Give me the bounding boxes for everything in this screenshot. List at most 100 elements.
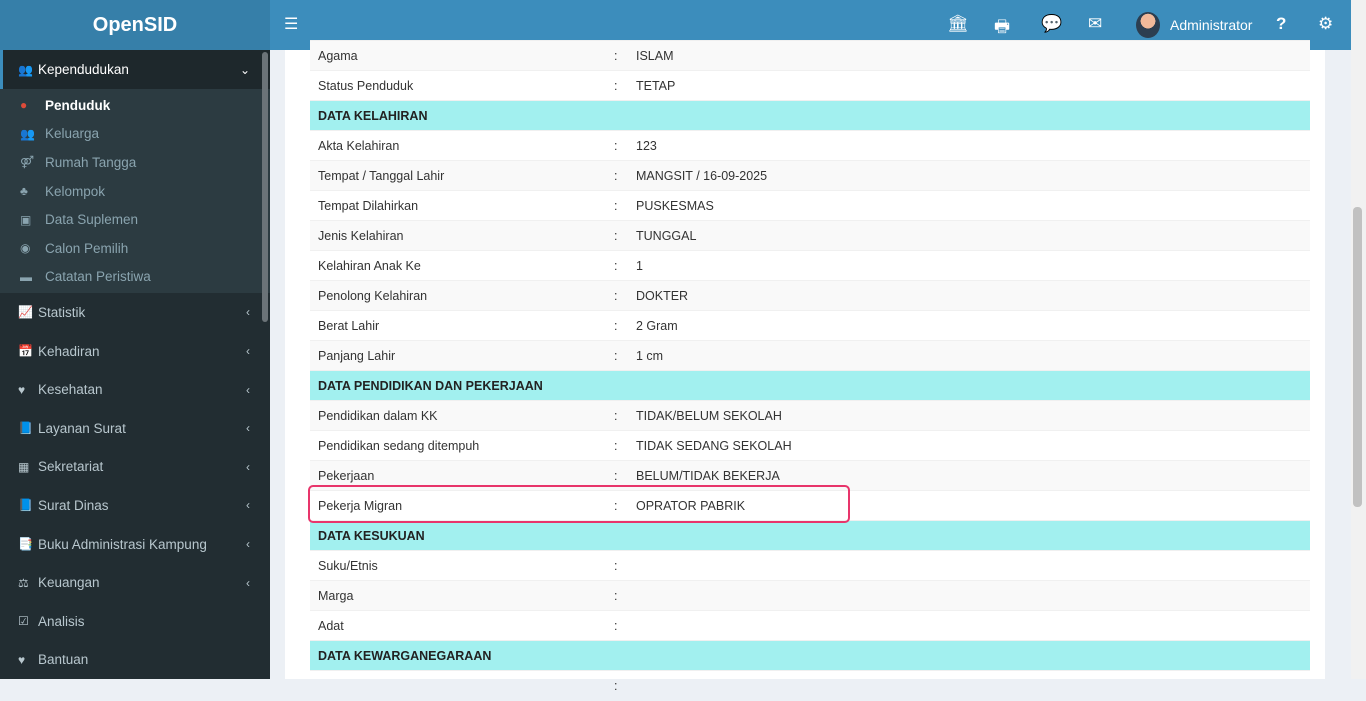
sidebar-item-label: Kependudukan: [38, 62, 129, 77]
table-row: :: [310, 670, 1310, 701]
chevron-left-icon: ‹: [246, 344, 250, 359]
gear-icon[interactable]: ⚙: [1318, 14, 1333, 34]
section-title: DATA KELAHIRAN: [310, 100, 1310, 131]
table-row: Penolong Kelahiran: DOKTER: [310, 280, 1310, 311]
separator: :: [610, 430, 628, 461]
sidebar-item[interactable]: 📘 Layanan Surat ‹: [0, 409, 270, 448]
sidebar-subitem-label: Data Suplemen: [45, 212, 139, 228]
sidebar-subitem-label: Catatan Peristiwa: [45, 269, 151, 285]
menu-toggle-icon[interactable]: ☰: [284, 14, 298, 34]
app-logo[interactable]: OpenSID: [0, 0, 270, 50]
sidebar-item[interactable]: ♥ Kesehatan ‹: [0, 370, 270, 409]
sidebar-subitem[interactable]: ♣ Kelompok: [0, 177, 270, 206]
section-title: DATA KESUKUAN: [310, 520, 1310, 551]
chevron-down-icon: ⌄: [239, 62, 250, 77]
separator: :: [610, 160, 628, 191]
sidebar-subitem[interactable]: ● Penduduk: [0, 91, 270, 120]
table-row: Marga:: [310, 580, 1310, 611]
table-row: Akta Kelahiran:123: [310, 130, 1310, 161]
field-value: TETAP: [628, 70, 1310, 101]
menu-icon: ♥: [18, 652, 26, 667]
separator: :: [610, 280, 628, 311]
sidebar-item-kependudukan[interactable]: 👥 Kependudukan ⌄: [0, 50, 270, 89]
field-value: 1: [628, 250, 1310, 281]
chevron-left-icon: ‹: [246, 459, 250, 474]
sidebar-item[interactable]: 📈 Statistik ‹: [0, 293, 270, 332]
field-label: [310, 670, 610, 701]
sidebar-item[interactable]: 📅 Kehadiran ‹: [0, 332, 270, 371]
field-label: Pendidikan dalam KK: [310, 400, 610, 431]
sidebar-item-label: Surat Dinas: [38, 497, 109, 513]
chevron-left-icon: ‹: [246, 382, 250, 397]
sidebar-item[interactable]: ▦ Sekretariat ‹: [0, 448, 270, 487]
inbox-icon: ▣: [20, 212, 32, 227]
table-row: Status Penduduk: TETAP: [310, 70, 1310, 101]
separator: :: [610, 130, 628, 161]
detail-table: Agama: ISLAM Status Penduduk: TETAP DATA KEL…: [310, 40, 1310, 701]
table-row: Jenis Kelahiran: TUNGGAL: [310, 220, 1310, 251]
user-name[interactable]: Administrator: [1170, 17, 1252, 33]
chevron-left-icon: ‹: [246, 575, 250, 590]
field-label: Penolong Kelahiran: [310, 280, 610, 311]
sidebar-scrollbar[interactable]: [262, 52, 268, 322]
field-value: TIDAK/BELUM SEKOLAH: [628, 400, 1310, 431]
section-title: DATA KEWARGANEGARAAN: [310, 640, 1310, 671]
separator: :: [610, 580, 628, 611]
sidebar-subitem[interactable]: ▣ Data Suplemen: [0, 205, 270, 234]
field-label: Tempat Dilahirkan: [310, 190, 610, 221]
field-value: [628, 580, 1310, 611]
sidebar-subitem-label: Penduduk: [45, 97, 111, 113]
field-value: 1 cm: [628, 340, 1310, 371]
table-row: Panjang Lahir:1 cm: [310, 340, 1310, 371]
field-label: Panjang Lahir: [310, 340, 610, 371]
menu-icon: ▦: [18, 459, 30, 474]
sidebar-item-label: Layanan Surat: [38, 420, 126, 436]
sidebar-item-label: Statistik: [38, 304, 86, 320]
section-header: DATA KESUKUAN: [310, 520, 1310, 551]
sidebar-subitem[interactable]: 👥 Keluarga: [0, 120, 270, 149]
sidebar-item-label: Keuangan: [38, 575, 100, 591]
field-label: Suku/Etnis: [310, 550, 610, 581]
scrollbar-thumb[interactable]: [1353, 207, 1362, 507]
menu-icon: 📈: [18, 305, 33, 320]
sidebar-item-label: Kehadiran: [38, 343, 100, 359]
field-value: PUSKESMAS: [628, 190, 1310, 221]
sidebar-item[interactable]: ⚖ Keuangan ‹: [0, 563, 270, 602]
table-row: Tempat Dilahirkan: PUSKESMAS: [310, 190, 1310, 221]
sidebar-item[interactable]: 📘 Surat Dinas ‹: [0, 486, 270, 525]
section-header: DATA KELAHIRAN: [310, 100, 1310, 131]
sidebar-item[interactable]: ☑ Analisis: [0, 602, 270, 641]
sidebar-subitem[interactable]: ⚤ Rumah Tangga: [0, 148, 270, 177]
users-icon: 👥: [20, 126, 35, 141]
field-label: Agama: [310, 40, 610, 71]
sidebar-item-label: Bantuan: [38, 652, 89, 668]
bank-icon[interactable]: 🏛: [947, 14, 969, 34]
field-value: 2 Gram: [628, 310, 1310, 341]
field-value: [628, 550, 1310, 581]
chevron-left-icon: ‹: [246, 421, 250, 436]
sidebar-item[interactable]: 📑 Buku Administrasi Kampung ‹: [0, 525, 270, 564]
sidebar-item[interactable]: ♥ Bantuan: [0, 641, 270, 680]
sidebar-subitem[interactable]: ◉ Calon Pemilih: [0, 234, 270, 263]
separator: :: [610, 400, 628, 431]
section-title: DATA PENDIDIKAN DAN PEKERJAAN: [310, 370, 1310, 401]
main-content: Agama: ISLAM Status Penduduk: TETAP DATA KEL…: [285, 40, 1325, 701]
help-icon[interactable]: ?: [1276, 14, 1286, 34]
print-icon[interactable]: 🖶: [994, 14, 1010, 43]
avatar[interactable]: [1136, 12, 1160, 38]
mail-icon[interactable]: ✉: [1088, 14, 1102, 34]
menu-icon: 📑: [18, 537, 33, 552]
menu-icon: ⚖: [18, 575, 29, 590]
menu-icon: 📘: [18, 498, 33, 513]
section-header: DATA PENDIDIKAN DAN PEKERJAAN: [310, 370, 1310, 401]
field-label: Jenis Kelahiran: [310, 220, 610, 251]
sidebar-item-label: Kesehatan: [38, 382, 103, 398]
user-icon: ●: [20, 98, 28, 113]
chat-icon[interactable]: 💬: [1041, 14, 1062, 34]
table-row: Agama: ISLAM: [310, 40, 1310, 71]
field-label: Berat Lahir: [310, 310, 610, 341]
separator: :: [610, 190, 628, 221]
sidebar: 👥 Kependudukan ⌄ ● Penduduk 👥 Keluarga ⚤ Ruma…: [0, 50, 270, 679]
archive-icon: ▬: [20, 269, 32, 284]
sidebar-subitem[interactable]: ▬ Catatan Peristiwa: [0, 263, 270, 292]
